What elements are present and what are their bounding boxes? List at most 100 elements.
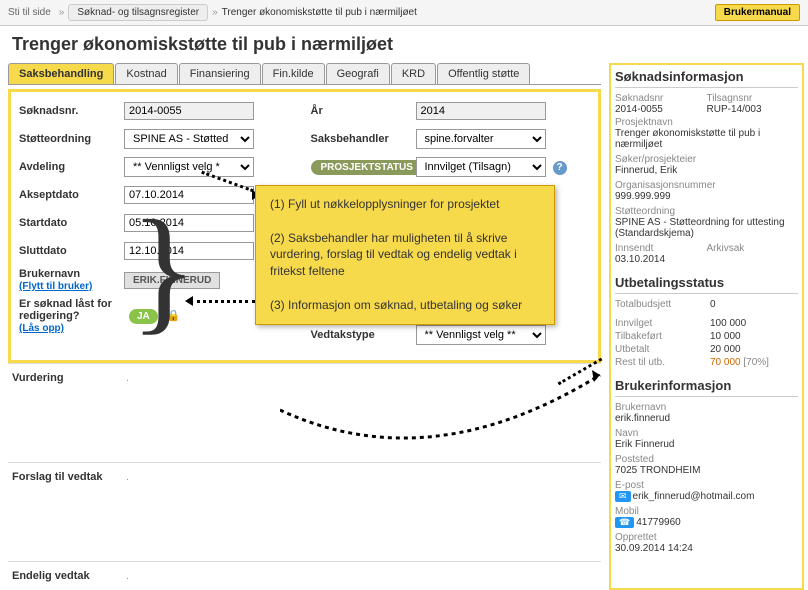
avdeling-label: Avdeling [19,161,124,173]
forslag-field[interactable]: . [126,471,129,483]
breadcrumb-current: Trenger økonomiskstøtte til pub i nærmil… [222,7,417,18]
phone-icon: ☎ [615,517,634,528]
stotte-v: SPINE AS - Støtteordning for uttesting (… [615,217,798,239]
flytt-til-bruker-link[interactable]: (Flytt til bruker) [19,281,92,292]
info-icon[interactable]: ? [553,161,567,175]
chevron-right-icon: » [59,7,65,18]
tilsagnsnr-v: RUP-14/003 [707,104,762,115]
rest-v: 70 000 [710,357,741,368]
brace-annotation: } [130,200,197,340]
akseptdato-label: Akseptdato [19,189,124,201]
tilbakefort-v: 10 000 [710,331,741,342]
mobil-v: 41779960 [636,517,681,528]
poststed-l: Poststed [615,454,798,465]
epost-v: erik_finnerud@hotmail.com [633,491,755,502]
tab-offentlig[interactable]: Offentlig støtte [437,63,530,84]
prosjektstatus-label: PROSJEKTSTATUS [311,160,423,175]
utbetaling-title: Utbetalingsstatus [615,275,798,294]
navn-v: Erik Finnerud [615,439,798,450]
innvilget-v: 100 000 [710,318,746,329]
ar-label: År [311,105,416,117]
soker-v: Finnerud, Erik [615,165,798,176]
vurdering-label: Vurdering [12,372,122,384]
navn-l: Navn [615,428,798,439]
prosjektnavn-v: Trenger økonomiskstøtte til pub i nærmil… [615,128,798,150]
utbetalt-v: 20 000 [710,344,741,355]
tab-geografi[interactable]: Geografi [326,63,390,84]
utbetalt-l: Utbetalt [615,344,710,355]
endelig-label: Endelig vedtak [12,570,122,582]
stotte-l: Støtteordning [615,206,798,217]
epost-l: E-post [615,480,798,491]
opprettet-l: Opprettet [615,532,798,543]
tilsagnsnr-l: Tilsagnsnr [707,93,753,104]
utbetaling-panel: Utbetalingsstatus Totalbudsjett0 Innvilg… [615,275,798,368]
endelig-field[interactable]: . [126,570,129,582]
vurdering-field[interactable]: . [126,372,129,384]
soknadsnr-label: Søknadsnr. [19,105,124,117]
avdeling-select[interactable]: ** Vennligst velg * [124,157,254,177]
breadcrumb-label: Sti til side [8,7,51,18]
breadcrumb: Sti til side » Søknad- og tilsagnsregist… [0,0,808,26]
brukernavn-label: Brukernavn [19,268,80,280]
rest-l: Rest til utb. [615,357,710,368]
innsendt-l: Innsendt [615,243,653,254]
callout-box: (1) Fyll ut nøkkelopplysninger for prosj… [255,185,555,325]
tab-finansiering[interactable]: Finansiering [179,63,261,84]
opprettet-v: 30.09.2014 14:24 [615,543,798,554]
vedtakstype-label: Vedtakstype [311,329,416,341]
arrow-3-curve [280,370,620,490]
stotteordning-label: Støtteordning [19,133,124,145]
prosjektstatus-select[interactable]: Innvilget (Tilsagn) [416,157,546,177]
chevron-right-icon: » [212,7,218,18]
soknadsnr-v: 2014-0055 [615,104,663,115]
arrow-2 [190,300,255,303]
arkivsak-l: Arkivsak [707,243,745,254]
soknadsnr-l: Søknadsnr [615,93,663,104]
poststed-v: 7025 TRONDHEIM [615,465,798,476]
mobil-l: Mobil [615,506,798,517]
email-icon: ✉ [615,491,631,502]
saksbehandler-label: Saksbehandler [311,133,416,145]
tab-kostnad[interactable]: Kostnad [115,63,177,84]
tilbakefort-l: Tilbakeført [615,331,710,342]
forslag-label: Forslag til vedtak [12,471,122,483]
arrow-head-2 [185,296,193,306]
callout-1: (1) Fyll ut nøkkelopplysninger for prosj… [270,196,540,213]
totalbudsjett-l: Totalbudsjett [615,299,710,310]
endelig-section: Endelig vedtak . [8,561,601,590]
last-label: Er søknad låst for redigering? [19,298,112,322]
soknadsinfo-panel: Søknadsinformasjon Søknadsnr 2014-0055 T… [615,69,798,265]
ar-input [416,102,546,120]
brukernavn-v: erik.finnerud [615,413,798,424]
bruker-panel: Brukerinformasjon Brukernavnerik.finneru… [615,378,798,554]
innsendt-v: 03.10.2014 [615,254,665,265]
callout-3: (3) Informasjon om søknad, utbetaling og… [270,297,540,314]
sidebar: Søknadsinformasjon Søknadsnr 2014-0055 T… [609,63,804,590]
tab-finkilde[interactable]: Fin.kilde [262,63,325,84]
startdato-label: Startdato [19,217,124,229]
orgnr-l: Organisasjonsnummer [615,180,798,191]
vedtakstype-select[interactable]: ** Vennligst velg ** [416,325,546,345]
callout-2: (2) Saksbehandler har muligheten til å s… [270,230,540,280]
breadcrumb-item-register[interactable]: Søknad- og tilsagnsregister [68,4,208,21]
page-title: Trenger økonomiskstøtte til pub i nærmil… [0,26,808,63]
soknadsnr-input [124,102,254,120]
soknadsinfo-title: Søknadsinformasjon [615,69,798,88]
stotteordning-select[interactable]: SPINE AS - Støtted [124,129,254,149]
manual-button[interactable]: Brukermanual [715,4,800,21]
rest-pct: [70%] [743,357,769,368]
tab-krd[interactable]: KRD [391,63,436,84]
innvilget-l: Innvilget [615,318,710,329]
tabs: Saksbehandling Kostnad Finansiering Fin.… [8,63,601,85]
orgnr-v: 999.999.999 [615,191,798,202]
soker-l: Søker/prosjekteier [615,154,798,165]
prosjektnavn-l: Prosjektnavn [615,117,798,128]
tab-saksbehandling[interactable]: Saksbehandling [8,63,114,84]
las-opp-link[interactable]: (Lås opp) [19,323,64,334]
saksbehandler-select[interactable]: spine.forvalter [416,129,546,149]
sluttdato-label: Sluttdato [19,245,124,257]
totalbudsjett-v: 0 [710,299,716,310]
brukernavn-l: Brukernavn [615,402,798,413]
bruker-title: Brukerinformasjon [615,378,798,397]
